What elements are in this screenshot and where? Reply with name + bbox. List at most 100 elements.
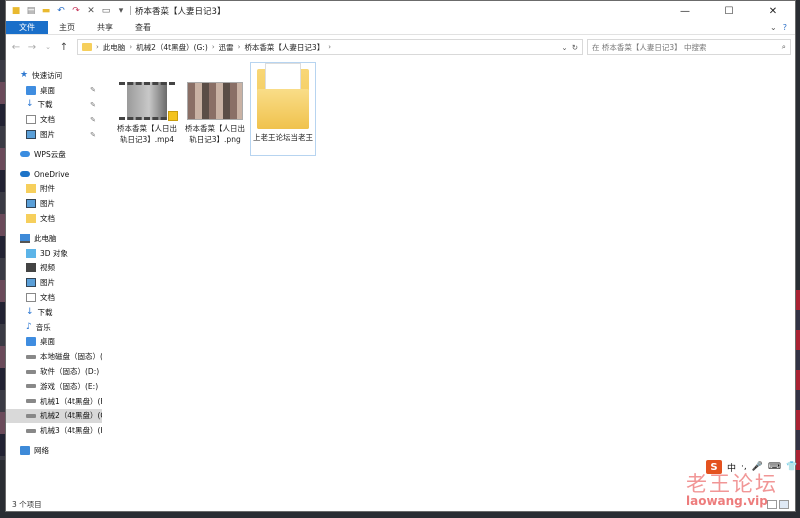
nav-quick-access[interactable]: ★ 快速访问 xyxy=(6,68,102,83)
nav-drive-g[interactable]: 机械2（4t黑盘）(G xyxy=(6,408,102,424)
search-placeholder: 在 桥本香菜【人妻日记3】 中搜索 xyxy=(592,42,707,52)
nav-pc-desktop[interactable]: 桌面 xyxy=(6,335,102,350)
nav-drive-c[interactable]: 本地磁盘（固态）( xyxy=(6,349,102,364)
document-icon xyxy=(26,115,36,125)
view-switcher xyxy=(767,499,795,509)
nav-quick-desktop[interactable]: 桌面 ✎ xyxy=(6,83,102,98)
nav-label: 3D 对象 xyxy=(40,248,68,258)
nav-label: 图片 xyxy=(40,199,55,209)
nav-label: 软件（固态）(D:) xyxy=(40,367,100,377)
video-file-icon xyxy=(168,111,178,121)
pin-icon: ✎ xyxy=(90,100,96,109)
address-bar[interactable]: › 此电脑 › 机械2（4t黑盘）(G:) › 迅雷 › 桥本香菜【人妻日记3】… xyxy=(77,39,583,55)
large-icons-view-icon[interactable] xyxy=(779,499,789,509)
image-thumbnail xyxy=(187,82,243,120)
chevron-right-icon[interactable]: › xyxy=(238,43,241,51)
crumb-drive[interactable]: 机械2（4t黑盘）(G:) xyxy=(136,42,208,53)
window-title: 桥本香菜【人妻日记3】 xyxy=(135,7,226,17)
quick-access-toolbar: ■ ▤ ▬ ↶ ↷ ✕ ▭ ▾ xyxy=(6,6,126,16)
nav-onedrive-documents[interactable]: 文档 xyxy=(6,211,102,226)
minimize-button[interactable]: — xyxy=(663,1,707,21)
main-area: ★ 快速访问 桌面 ✎ ↓ 下载 ✎ 文档 ✎ 图片 ✎ WPS云盘 OneDr… xyxy=(6,60,795,497)
file-item-folder[interactable]: 上老王论坛当老王 xyxy=(250,62,316,156)
nav-onedrive-attachments[interactable]: 附件 xyxy=(6,182,102,197)
crumb-xunlei[interactable]: 迅雷 xyxy=(219,42,234,53)
nav-pc-3d-objects[interactable]: 3D 对象 xyxy=(6,246,102,261)
search-input[interactable]: 在 桥本香菜【人妻日记3】 中搜索 ⌕ xyxy=(587,39,791,55)
crumb-this-pc[interactable]: 此电脑 xyxy=(103,42,126,53)
chevron-right-icon[interactable]: › xyxy=(129,43,132,51)
folder-icon xyxy=(26,214,36,224)
ribbon-expand-icon[interactable]: ⌄ xyxy=(770,23,777,32)
nav-pc-downloads[interactable]: ↓ 下载 xyxy=(6,305,102,320)
customize-toolbar-icon[interactable]: ▾ xyxy=(116,6,126,16)
nav-quick-pictures[interactable]: 图片 ✎ xyxy=(6,127,102,142)
download-icon: ↓ xyxy=(26,99,34,110)
crumb-current[interactable]: 桥本香菜【人妻日记3】 xyxy=(244,42,324,53)
search-icon[interactable]: ⌕ xyxy=(782,42,786,52)
nav-onedrive[interactable]: OneDrive xyxy=(6,167,102,182)
nav-drive-h[interactable]: 机械3（4t黑盘）(H xyxy=(6,423,102,438)
tab-home[interactable]: 主页 xyxy=(48,21,86,34)
tab-view[interactable]: 查看 xyxy=(124,21,162,34)
nav-drive-f[interactable]: 机械1（4t黑盘）(F xyxy=(6,394,102,409)
chevron-right-icon[interactable]: › xyxy=(212,43,215,51)
address-bar-right: ⌄ ↻ xyxy=(561,43,578,52)
video-thumbnail xyxy=(119,82,178,121)
nav-label: 下载 xyxy=(37,307,53,317)
nav-label: 视频 xyxy=(40,263,55,273)
explorer-window: ■ ▤ ▬ ↶ ↷ ✕ ▭ ▾ | 桥本香菜【人妻日记3】 — ☐ ✕ 文件 主… xyxy=(5,0,796,512)
nav-label: 附件 xyxy=(40,184,55,194)
tab-share[interactable]: 共享 xyxy=(86,21,124,34)
back-arrow-icon[interactable]: ← xyxy=(10,42,22,53)
pictures-icon xyxy=(26,278,36,288)
nav-onedrive-pictures[interactable]: 图片 xyxy=(6,196,102,211)
nav-pc-videos[interactable]: 视频 xyxy=(6,261,102,276)
file-item-png[interactable]: 桥本香菜【人日出轨日记3】.png xyxy=(183,62,247,156)
forward-arrow-icon[interactable]: → xyxy=(26,42,38,53)
navigation-pane: ★ 快速访问 桌面 ✎ ↓ 下载 ✎ 文档 ✎ 图片 ✎ WPS云盘 OneDr… xyxy=(6,60,103,497)
nav-wps-cloud[interactable]: WPS云盘 xyxy=(6,147,102,162)
nav-label: 图片 xyxy=(40,130,55,140)
nav-pc-pictures[interactable]: 图片 xyxy=(6,275,102,290)
up-arrow-icon[interactable]: ↑ xyxy=(58,42,70,53)
chevron-right-icon[interactable]: › xyxy=(96,43,99,51)
ribbon-tabs: 文件 主页 共享 查看 ⌄ ? xyxy=(6,21,795,35)
redo-icon[interactable]: ↷ xyxy=(71,6,81,16)
tab-file[interactable]: 文件 xyxy=(6,21,48,34)
refresh-icon[interactable]: ↻ xyxy=(572,43,578,52)
nav-label: 文档 xyxy=(40,293,55,303)
recent-dropdown-icon[interactable]: ⌄ xyxy=(42,43,54,51)
rename-icon[interactable]: ▭ xyxy=(101,6,111,16)
address-dropdown-icon[interactable]: ⌄ xyxy=(561,43,567,52)
maximize-button[interactable]: ☐ xyxy=(707,1,751,21)
ime-skin-icon[interactable]: 👕 xyxy=(786,462,797,472)
undo-icon[interactable]: ↶ xyxy=(56,6,66,16)
properties-icon[interactable]: ▤ xyxy=(26,6,36,16)
nav-pc-documents[interactable]: 文档 xyxy=(6,290,102,305)
chevron-right-icon[interactable]: › xyxy=(328,43,331,51)
nav-network[interactable]: 网络 xyxy=(6,443,102,458)
nav-drive-d[interactable]: 软件（固态）(D:) xyxy=(6,364,102,379)
delete-icon[interactable]: ✕ xyxy=(86,6,96,16)
nav-label: 音乐 xyxy=(35,322,51,332)
nav-quick-downloads[interactable]: ↓ 下载 ✎ xyxy=(6,98,102,113)
details-view-icon[interactable] xyxy=(767,499,777,509)
document-icon xyxy=(26,293,36,303)
close-button[interactable]: ✕ xyxy=(751,1,795,21)
3d-objects-icon xyxy=(26,248,36,258)
new-folder-icon[interactable]: ▬ xyxy=(41,6,51,16)
nav-label: 机械3（4t黑盘）(H xyxy=(40,426,103,436)
nav-drive-e[interactable]: 游戏（固态）(E:) xyxy=(6,379,102,394)
file-name: 上老王论坛当老王 xyxy=(253,133,313,142)
nav-this-pc[interactable]: 此电脑 xyxy=(6,231,102,246)
star-icon: ★ xyxy=(20,69,29,80)
nav-label: 文档 xyxy=(40,115,55,125)
drive-icon xyxy=(26,384,36,389)
nav-quick-documents[interactable]: 文档 ✎ xyxy=(6,112,102,127)
file-item-mp4[interactable]: 桥本香菜【人日出轨日记3】.mp4 xyxy=(115,62,179,156)
network-icon xyxy=(20,446,30,456)
help-icon[interactable]: ? xyxy=(783,23,787,32)
drive-icon xyxy=(26,399,36,404)
nav-pc-music[interactable]: ♪ 音乐 xyxy=(6,320,102,335)
